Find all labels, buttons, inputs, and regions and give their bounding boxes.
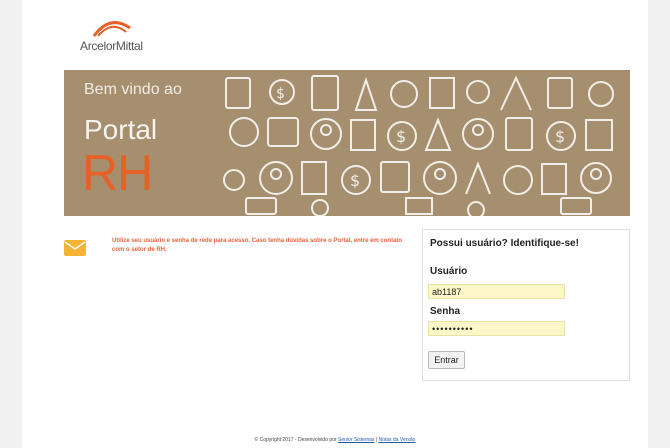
username-input[interactable]: ab1187: [428, 284, 565, 299]
banner-welcome: Bem vindo ao: [84, 81, 182, 98]
svg-text:$: $: [350, 171, 360, 190]
login-title: Possui usuário? Identifique-se!: [430, 238, 579, 249]
banner-portal: Portal: [84, 114, 158, 145]
page: ArcelorMittal Bem vindo ao Portal RH $ $…: [22, 0, 648, 448]
username-label: Usuário: [430, 266, 468, 277]
arc-logo-icon: [92, 21, 131, 37]
logo-brand-text: ArcelorMittal: [80, 39, 143, 53]
footer-link-senior[interactable]: Senior Sistemas: [338, 437, 374, 443]
svg-text:$: $: [555, 127, 565, 146]
svg-text:$: $: [396, 127, 406, 146]
notice-text: Utilize seu usuário e senha de rede para…: [112, 238, 403, 253]
portal-banner: Bem vindo ao Portal RH $ $ $ $: [64, 70, 630, 216]
footer-text: © Copyright 2017 - Desenvolvido por: [254, 437, 337, 443]
login-button[interactable]: Entrar: [428, 351, 465, 369]
svg-text:$: $: [276, 86, 285, 102]
footer-separator: |: [375, 437, 378, 443]
footer: © Copyright 2017 - Desenvolvido por Seni…: [22, 437, 648, 443]
password-input[interactable]: ••••••••••: [428, 321, 565, 336]
password-label: Senha: [430, 306, 461, 317]
hr-icons-pattern: $ $ $ $: [223, 75, 614, 216]
footer-link-notes[interactable]: Notas da Versão: [378, 437, 415, 443]
banner-rh: RH: [82, 145, 153, 201]
login-panel: Possui usuário? Identifique-se! Usuário …: [422, 229, 630, 381]
arcelormittal-logo: ArcelorMittal: [62, 16, 172, 56]
access-notice: Utilize seu usuário e senha de rede para…: [64, 237, 414, 267]
envelope-icon: [64, 240, 86, 256]
